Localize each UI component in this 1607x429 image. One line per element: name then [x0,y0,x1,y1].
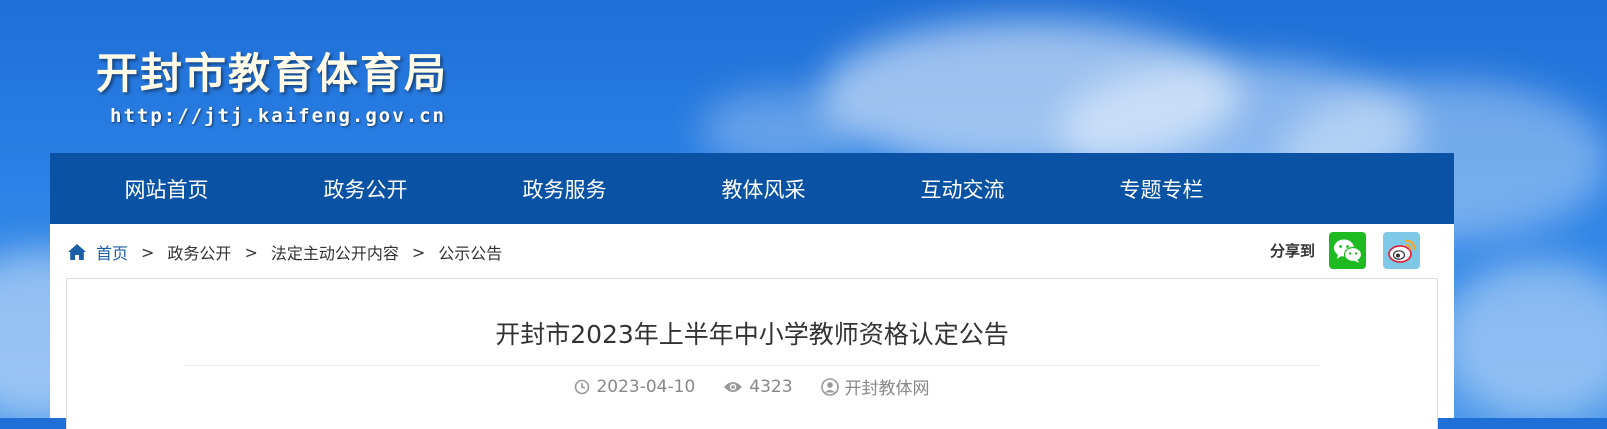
article-title: 开封市2023年上半年中小学教师资格认定公告 [495,320,1009,349]
share-weibo-button[interactable] [1383,232,1420,269]
breadcrumb-separator: > [141,242,155,262]
site-url: http://jtj.kaifeng.gov.cn [110,105,446,127]
site-title: 开封市教育体育局 [96,49,449,98]
weibo-icon [1387,239,1415,263]
breadcrumb-item-statutory[interactable]: 法定主动公开内容 [271,240,399,264]
article-meta: 2023-04-10 4323 开封教体网 [67,374,1437,399]
meta-source: 开封教体网 [820,374,930,399]
nav-item-gov-services[interactable]: 政务服务 [465,174,664,204]
content-area: 首页 > 政务公开 > 法定主动公开内容 > 公示公告 分享到 开封市2023年… [50,224,1454,429]
share-label: 分享到 [1269,242,1315,260]
nav-item-interaction[interactable]: 互动交流 [863,174,1062,204]
meta-views: 4323 [723,376,793,397]
breadcrumb-separator: > [411,242,426,262]
nav-item-style[interactable]: 教体风采 [664,174,863,204]
main-nav: 网站首页 政务公开 政务服务 教体风采 互动交流 专题专栏 [50,153,1454,224]
user-icon [820,377,839,396]
nav-item-home[interactable]: 网站首页 [67,174,266,204]
article-source: 开封教体网 [844,379,930,399]
breadcrumb-item-gov-affairs[interactable]: 政务公开 [167,240,231,264]
cloud [1440,260,1607,418]
share-wechat-button[interactable] [1329,232,1366,269]
meta-date: 2023-04-10 [574,377,695,397]
clock-icon [575,379,590,394]
article-panel: 开封市2023年上半年中小学教师资格认定公告 2023-04-10 4323 开… [66,278,1438,429]
site-logo[interactable]: 开封市教育体育局 http://jtj.kaifeng.gov.cn [96,40,448,127]
nav-item-gov-affairs[interactable]: 政务公开 [266,174,465,204]
home-icon [68,244,86,260]
publish-date: 2023-04-10 [596,376,696,397]
title-divider [185,365,1319,366]
breadcrumb-separator: > [244,242,258,262]
wechat-icon [1333,239,1362,263]
share-bar: 分享到 [1270,232,1420,269]
breadcrumb-item-announcements[interactable]: 公示公告 [438,240,502,264]
breadcrumb: 首页 > 政务公开 > 法定主动公开内容 > 公示公告 [67,241,502,263]
eye-icon [724,381,743,392]
nav-item-special-topics[interactable]: 专题专栏 [1062,174,1261,204]
view-count: 4323 [749,376,793,397]
breadcrumb-home-link[interactable]: 首页 [96,240,128,264]
